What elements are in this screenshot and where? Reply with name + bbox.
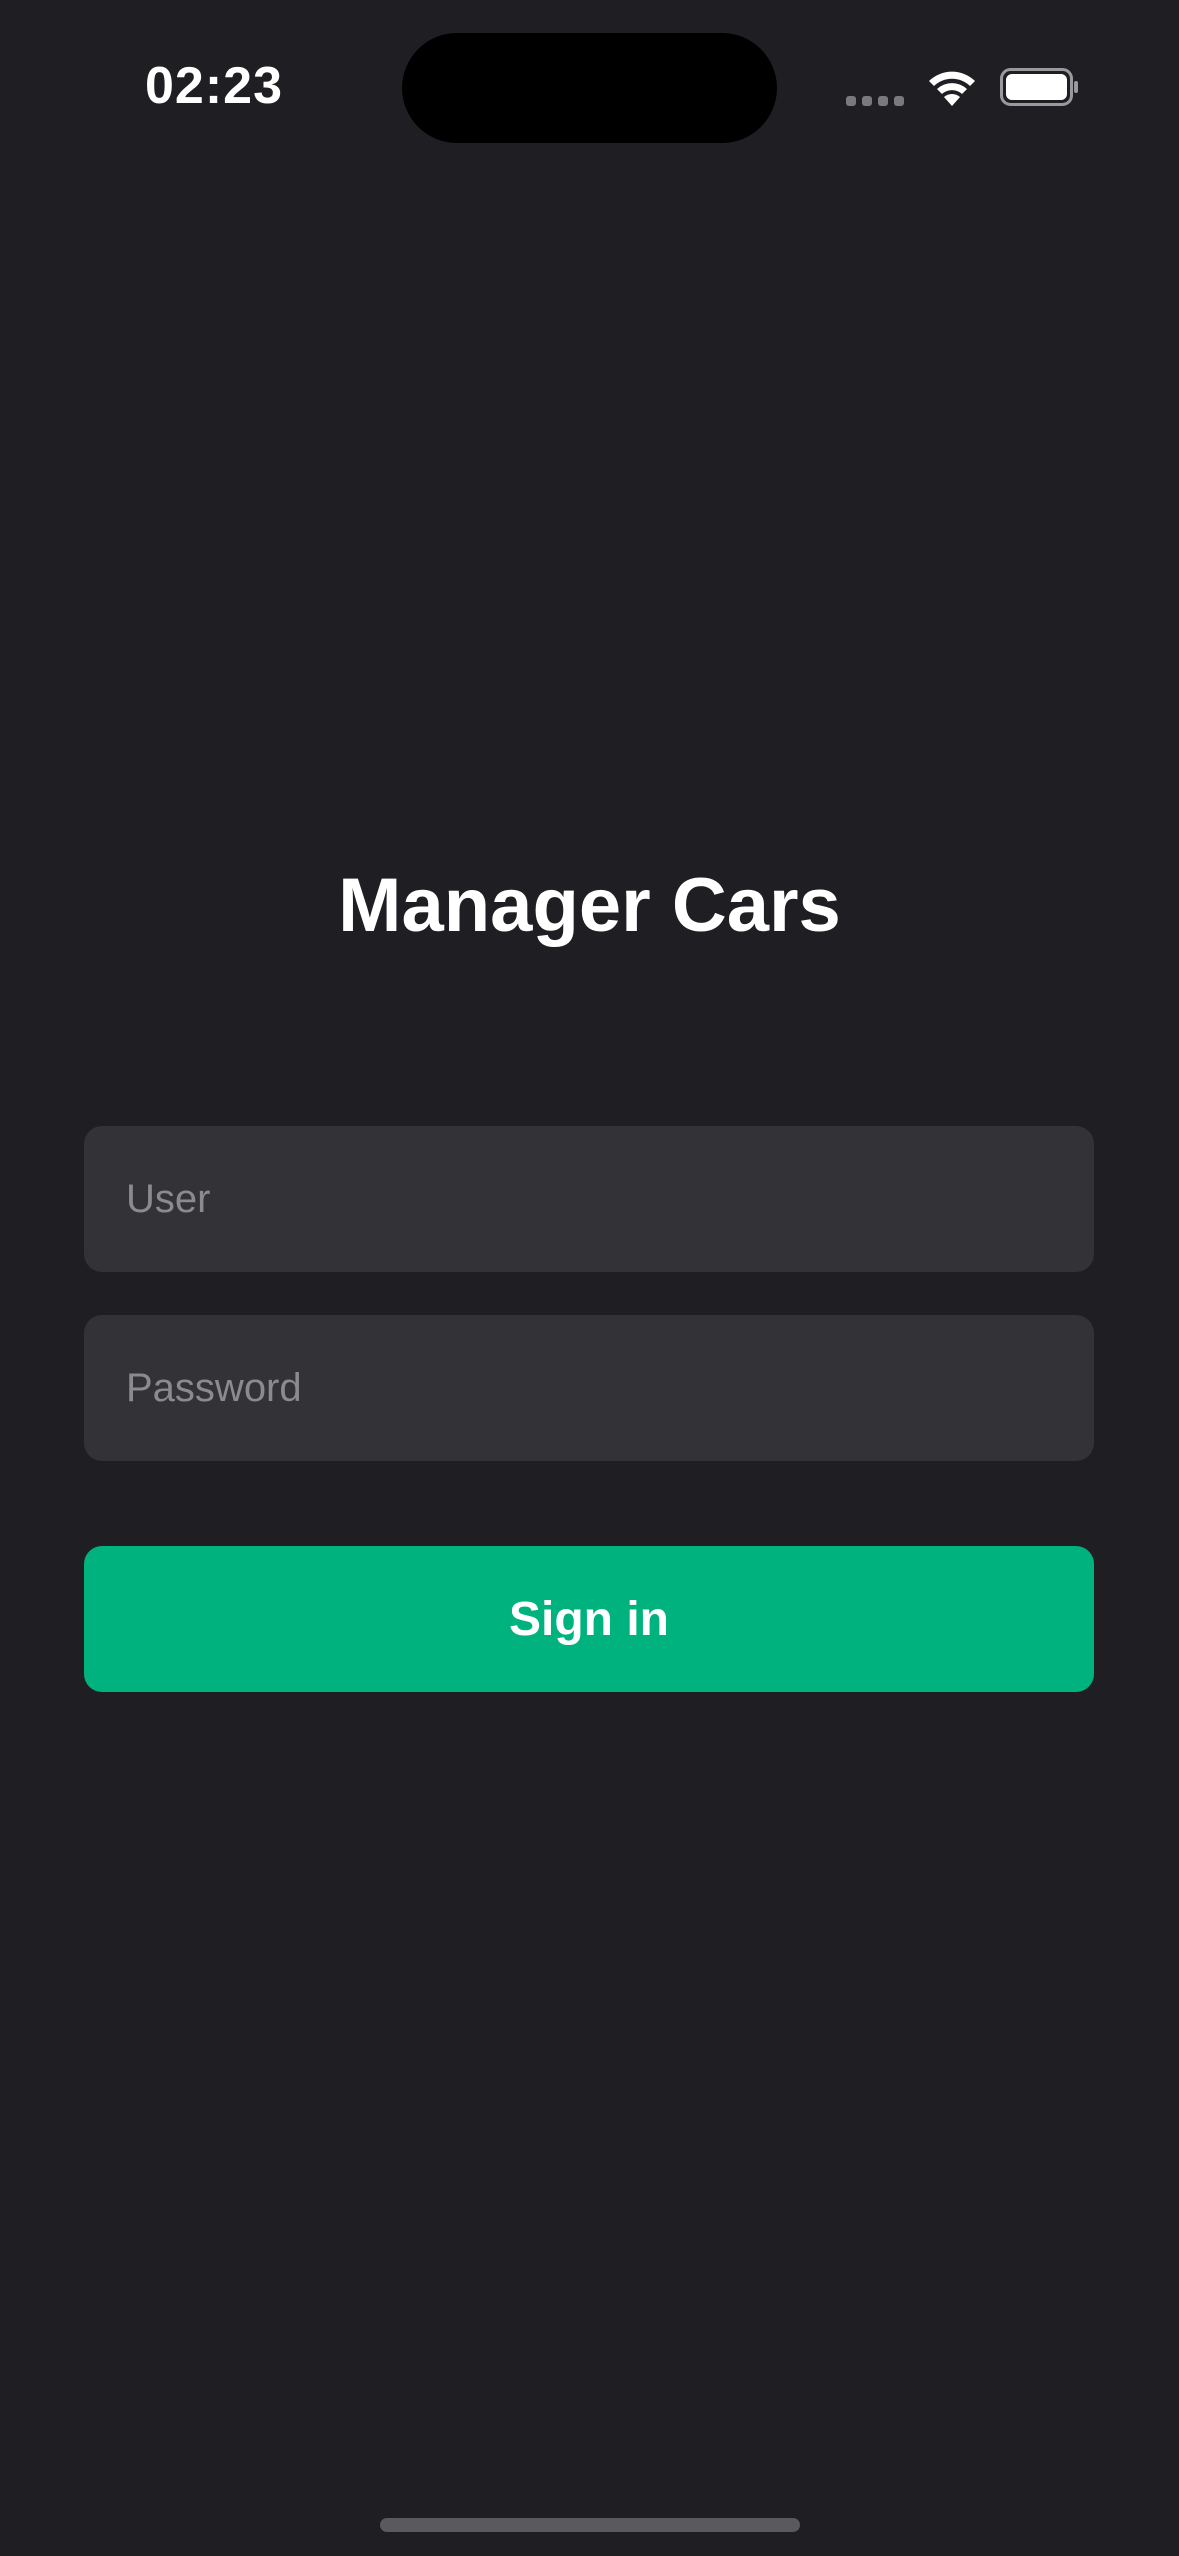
password-field-container[interactable] [84,1315,1094,1461]
password-input[interactable] [126,1365,1052,1411]
status-time: 02:23 [145,57,283,115]
user-field-container[interactable] [84,1126,1094,1272]
sign-in-button[interactable]: Sign in [84,1546,1094,1692]
wifi-icon [929,71,975,106]
user-input[interactable] [126,1176,1052,1222]
dynamic-island [402,33,777,143]
home-indicator [380,2518,800,2532]
login-screen: 02:23 Manager Cars Sign in [0,0,1179,2556]
cellular-signal-icon [846,96,906,106]
battery-icon [1000,68,1078,106]
app-title: Manager Cars [338,863,841,948]
